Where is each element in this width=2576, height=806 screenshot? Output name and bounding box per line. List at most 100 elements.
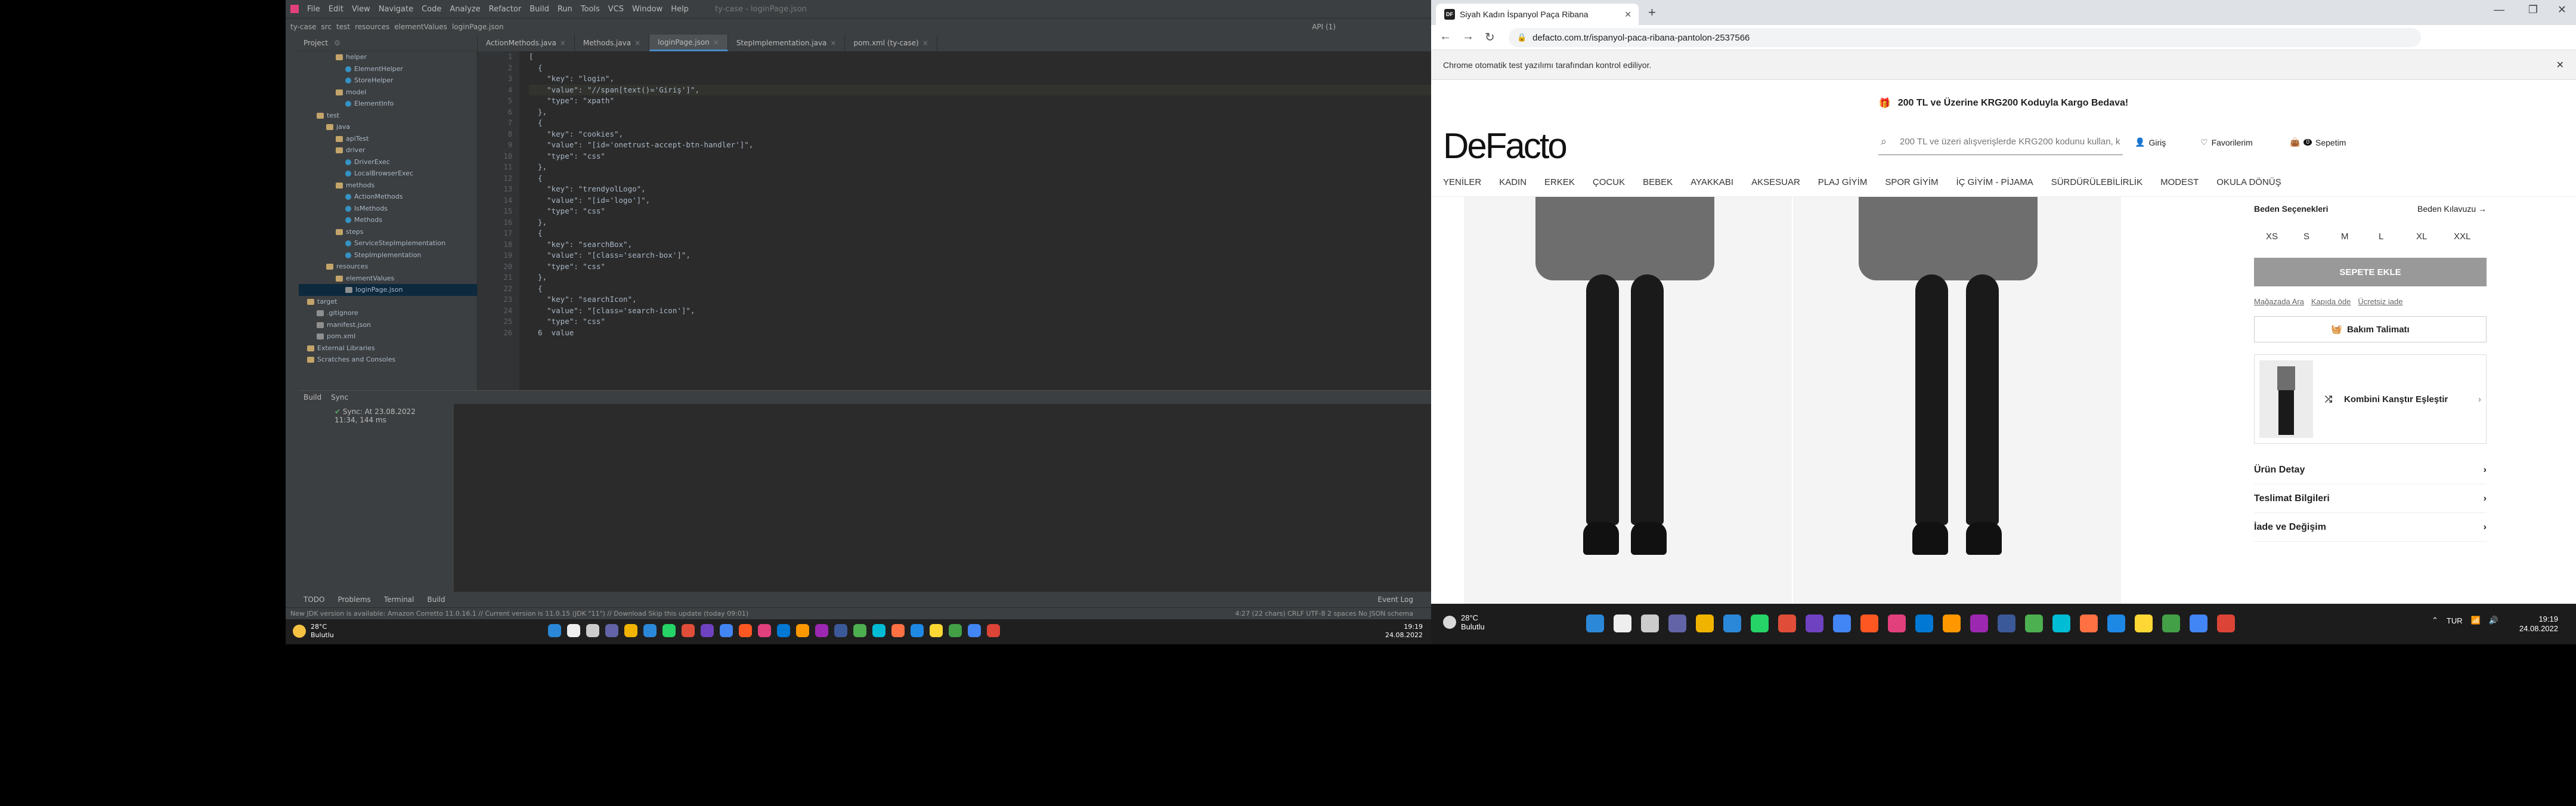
weather-widget[interactable]: 28°C Bulutlu: [1443, 613, 1485, 631]
code-line[interactable]: "type": "css": [529, 206, 1431, 217]
size-option[interactable]: S: [2303, 231, 2341, 242]
breadcrumb-item[interactable]: resources: [355, 23, 389, 31]
code-line[interactable]: "key": "cookies",: [529, 129, 1431, 140]
taskbar-app-icon[interactable]: [968, 624, 981, 637]
taskbar-app-icon[interactable]: [567, 624, 580, 637]
code-editor[interactable]: [ { "key": "login", "value": "//span[tex…: [519, 51, 1431, 390]
code-line[interactable]: },: [529, 107, 1431, 118]
size-option[interactable]: XS: [2266, 231, 2303, 242]
browser-tab[interactable]: DF Siyah Kadın İspanyol Paça Ribana ✕: [1436, 4, 1639, 25]
code-line[interactable]: {: [529, 63, 1431, 74]
tree-item[interactable]: ServiceStepImplementation: [299, 237, 477, 249]
taskbar-app-icon[interactable]: [1970, 614, 1988, 632]
taskbar-app-icon[interactable]: [548, 624, 561, 637]
login-link[interactable]: 👤 Giriş: [2135, 137, 2166, 147]
code-line[interactable]: "type": "xpath": [529, 95, 1431, 107]
nav-item[interactable]: AYAKKABI: [1690, 177, 1733, 187]
add-to-cart-button[interactable]: SEPETE EKLE: [2254, 258, 2487, 286]
build-tab[interactable]: Build: [304, 393, 321, 402]
taskbar-app-icon[interactable]: [682, 624, 695, 637]
run-config-select[interactable]: API (1): [1312, 23, 1336, 31]
nav-item[interactable]: AKSESUAR: [1751, 177, 1800, 187]
tree-item[interactable]: loginPage.json: [299, 284, 477, 296]
taskbar-app-icon[interactable]: [758, 624, 771, 637]
tree-item[interactable]: LocalBrowserExec: [299, 168, 477, 180]
combine-card[interactable]: ⤮ Kombini Kanştır Eşleştir ›: [2254, 354, 2487, 444]
tree-item[interactable]: driver: [299, 144, 477, 156]
bottom-tab[interactable]: TODO: [304, 595, 324, 604]
minimize-icon[interactable]: —: [2494, 4, 2504, 16]
taskbar-app-icon[interactable]: [2162, 614, 2180, 632]
close-tab-icon[interactable]: ×: [634, 39, 640, 47]
tree-item[interactable]: apiTest: [299, 133, 477, 145]
forward-icon[interactable]: →: [1462, 30, 1474, 44]
taskbar-app-icon[interactable]: [1723, 614, 1741, 632]
breadcrumb-item[interactable]: test: [336, 23, 350, 31]
product-photo-2[interactable]: [1793, 197, 2121, 609]
taskbar-app-icon[interactable]: [1641, 614, 1659, 632]
close-tab-icon[interactable]: ×: [922, 39, 928, 47]
breadcrumb-item[interactable]: src: [321, 23, 332, 31]
code-line[interactable]: "type": "css": [529, 151, 1431, 162]
maximize-icon[interactable]: ❐: [2528, 4, 2538, 16]
taskbar-app-icon[interactable]: [1696, 614, 1714, 632]
taskbar-app-icon[interactable]: [2217, 614, 2235, 632]
taskbar-app-icon[interactable]: [1668, 614, 1686, 632]
taskbar-app-icon[interactable]: [1806, 614, 1823, 632]
close-tab-icon[interactable]: ✕: [1624, 10, 1631, 20]
menu-item[interactable]: Run: [558, 5, 572, 14]
address-bar[interactable]: 🔒 defacto.com.tr/ispanyol-paca-ribana-pa…: [1509, 28, 2421, 47]
menu-item[interactable]: Edit: [329, 5, 343, 14]
language-indicator[interactable]: TUR: [2447, 616, 2463, 625]
event-log-button[interactable]: Event Log: [1377, 595, 1413, 604]
tree-item[interactable]: External Libraries: [299, 342, 477, 354]
code-line[interactable]: "key": "searchIcon",: [529, 294, 1431, 305]
back-icon[interactable]: ←: [1439, 30, 1451, 44]
code-line[interactable]: "key": "searchBox",: [529, 239, 1431, 251]
system-clock[interactable]: 19:19 24.08.2022: [1385, 623, 1423, 640]
code-line[interactable]: "value": "[class='search-icon']",: [529, 305, 1431, 317]
breadcrumb-item[interactable]: loginPage.json: [452, 23, 504, 31]
taskbar-app-icon[interactable]: [586, 624, 599, 637]
tree-item[interactable]: IsMethods: [299, 203, 477, 215]
code-line[interactable]: {: [529, 173, 1431, 184]
menu-item[interactable]: View: [352, 5, 370, 14]
close-infobar-icon[interactable]: ✕: [2556, 59, 2564, 71]
menu-item[interactable]: Navigate: [379, 5, 413, 14]
editor-tab[interactable]: loginPage.json ×: [649, 35, 728, 51]
nav-item[interactable]: MODEST: [2160, 177, 2199, 187]
wifi-icon[interactable]: 📶: [2471, 616, 2481, 625]
tree-item[interactable]: elementValues: [299, 273, 477, 285]
tree-item[interactable]: StoreHelper: [299, 75, 477, 87]
size-option[interactable]: M: [2341, 231, 2379, 242]
code-line[interactable]: "key": "trendyolLogo",: [529, 184, 1431, 195]
menu-item[interactable]: Tools: [581, 5, 600, 14]
bottom-tab[interactable]: Build: [428, 595, 445, 604]
code-line[interactable]: "value": "[class='search-box']",: [529, 250, 1431, 261]
nav-item[interactable]: YENİLER: [1443, 177, 1481, 187]
size-option[interactable]: L: [2379, 231, 2416, 242]
build-tab[interactable]: Sync: [331, 393, 348, 402]
taskbar-app-icon[interactable]: [911, 624, 924, 637]
project-label[interactable]: Project: [304, 39, 328, 47]
taskbar-app-icon[interactable]: [701, 624, 714, 637]
taskbar-app-icon[interactable]: [891, 624, 905, 637]
service-link[interactable]: Ücretsiz iade: [2358, 297, 2402, 306]
code-line[interactable]: },: [529, 217, 1431, 228]
taskbar-app-icon[interactable]: [815, 624, 828, 637]
code-line[interactable]: {: [529, 228, 1431, 239]
menu-item[interactable]: Refactor: [489, 5, 522, 14]
nav-item[interactable]: İÇ GİYİM - PİJAMA: [1956, 177, 2033, 187]
tree-item[interactable]: model: [299, 87, 477, 98]
code-line[interactable]: },: [529, 272, 1431, 283]
reload-icon[interactable]: ↻: [1485, 30, 1495, 45]
taskbar-app-icon[interactable]: [2135, 614, 2153, 632]
taskbar-app-icon[interactable]: [1751, 614, 1769, 632]
menu-item[interactable]: Help: [671, 5, 689, 14]
taskbar-app-icon[interactable]: [643, 624, 657, 637]
size-guide-link[interactable]: Beden Kılavuzu →: [2417, 204, 2487, 214]
code-line[interactable]: "value": "//span[text()='Giriş']",: [529, 84, 1431, 95]
code-line[interactable]: [: [529, 51, 1431, 63]
taskbar-app-icon[interactable]: [796, 624, 809, 637]
tree-item[interactable]: Methods: [299, 214, 477, 226]
